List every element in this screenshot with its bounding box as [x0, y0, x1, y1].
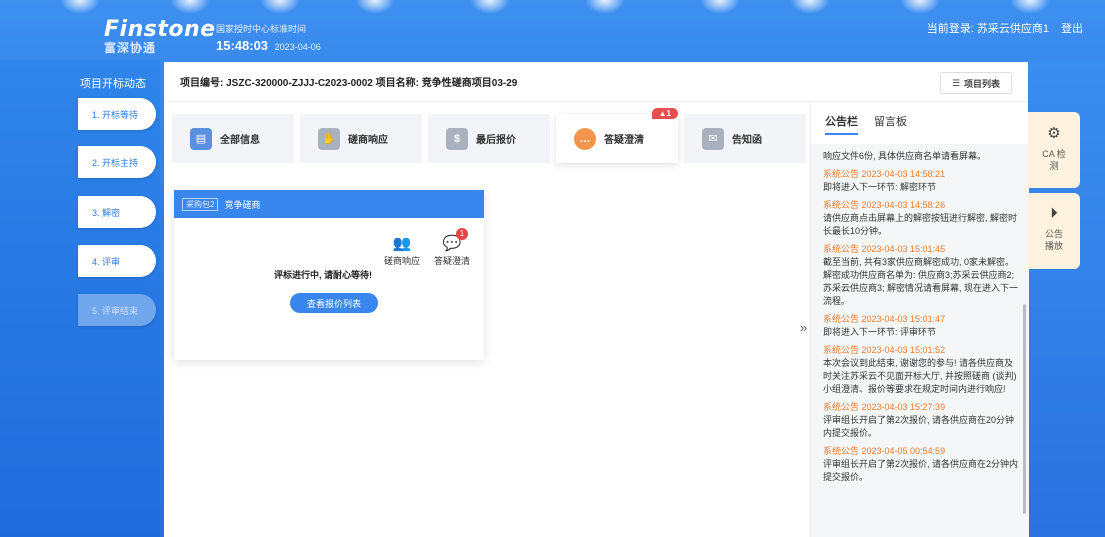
package-card: 采购包2 竞争磋商 👥 磋商响应 💬 1 答疑澄清 评标进行中, 请耐心等待! …	[174, 190, 484, 360]
step-4[interactable]: 4. 评审	[78, 245, 156, 277]
bulletin-item: 系统公告 2023-04-03 15:27:39 评审组长开启了第2次报价, 请…	[823, 401, 1019, 440]
bulletin-time: 系统公告 2023-04-05 00:54:59	[823, 446, 946, 456]
step-5[interactable]: 5. 评审结束	[78, 294, 156, 326]
ca-check-label: CA 检测	[1042, 149, 1066, 171]
package-header: 采购包2 竞争磋商	[174, 190, 484, 218]
bulletin-text: 截至当前, 共有3家供应商解密成功, 0家未解密。解密成功供应商名单为: 供应商…	[823, 257, 1019, 306]
tab-bar: ▤ 全部信息 ✋ 磋商响应 $ 最后报价 … 答疑澄清 ▲1 ✉ 告知函	[172, 108, 806, 163]
view-quotes-button[interactable]: 查看报价列表	[290, 293, 378, 313]
notification-badge: ▲1	[651, 108, 678, 119]
bulletin-time: 系统公告 2023-04-03 14:58:21	[823, 169, 946, 179]
bulletin-time: 系统公告 2023-04-03 14:58:26	[823, 200, 946, 210]
bulletin-time: 系统公告 2023-04-03 15:01:47	[823, 314, 946, 324]
bulletin-text: 请供应商点击屏幕上的解密按钮进行解密, 解密时长最长10分钟。	[823, 213, 1018, 236]
tab-final-quote[interactable]: $ 最后报价	[428, 114, 550, 163]
gear-icon: ⚙	[1047, 125, 1061, 142]
project-list-button[interactable]: ☰ 项目列表	[940, 72, 1012, 94]
bulletin-text: 本次会议到此结束, 谢谢您的参与! 请各供应商及时关注苏采云不见面开标大厅, 并…	[823, 358, 1017, 394]
bulletin-text: 评审组长开启了第2次报价, 请各供应商在2分钟内提交报价。	[823, 459, 1019, 482]
people-icon: 👥	[392, 235, 412, 252]
tab-notice[interactable]: ✉ 告知函	[684, 114, 806, 163]
package-status: 评标进行中, 请耐心等待!	[274, 270, 372, 280]
clarification-action[interactable]: 💬 1 答疑澄清	[433, 228, 470, 267]
bulletin-text: 即将进入下一环节: 解密环节	[823, 182, 937, 192]
package-tag: 采购包2	[182, 197, 219, 211]
package-actions: 👥 磋商响应 💬 1 答疑澄清	[384, 228, 470, 267]
step-1[interactable]: 1. 开标等待	[78, 98, 156, 130]
response-action[interactable]: 👥 磋商响应	[384, 234, 420, 267]
bulletin-play-button[interactable]: ⏵ 公告 播放	[1028, 193, 1080, 269]
current-user: 当前登录: 苏采云供应商1	[926, 23, 1049, 35]
bulletin-item: 系统公告 2023-04-05 00:54:59 评审组长开启了第2次报价, 请…	[823, 445, 1019, 484]
bulletin-time: 系统公告 2023-04-03 15:01:52	[823, 345, 946, 355]
step-2[interactable]: 2. 开标主持	[78, 146, 156, 178]
bulletin-item: 系统公告 2023-04-03 15:01:52 本次会议到此结束, 谢谢您的参…	[823, 344, 1019, 396]
bulletin-item: 系统公告 2023-04-03 14:58:21 即将进入下一环节: 解密环节	[823, 168, 1019, 194]
tab-all-info[interactable]: ▤ 全部信息	[172, 114, 294, 163]
logo: Finstone 富深协通	[104, 17, 216, 56]
bulletin-time: 系统公告 2023-04-03 15:27:39	[823, 402, 946, 412]
bulletin-tabs: 公告栏 留言板	[811, 102, 1028, 140]
tab-label: 全部信息	[220, 135, 260, 146]
tab-label: 告知函	[732, 135, 762, 146]
bulletin-item: 系统公告 2023-04-03 14:58:26 请供应商点击屏幕上的解密按钮进…	[823, 199, 1019, 238]
clock: 15:48:03 2023-04-06	[216, 38, 321, 53]
project-title: 项目编号: JSZC-320000-ZJJJ-C2023-0002 项目名称: …	[180, 78, 518, 89]
play-icon: ⏵	[1050, 205, 1058, 222]
bulletin-item: 系统公告 2023-04-03 15:01:47 即将进入下一环节: 评审环节	[823, 313, 1019, 339]
package-name: 竞争磋商	[224, 199, 261, 210]
response-label: 磋商响应	[383, 256, 420, 266]
tab-label: 磋商响应	[348, 135, 388, 146]
tab-label: 最后报价	[476, 135, 516, 146]
info-icon: ▤	[190, 127, 212, 150]
tab-bulletin[interactable]: 公告栏	[825, 113, 858, 135]
clock-date: 2023-04-06	[274, 42, 321, 52]
notice-icon: ✉	[702, 127, 724, 150]
tab-clarification[interactable]: … 答疑澄清 ▲1	[556, 108, 678, 163]
bulletin-item: 系统公告 2023-04-03 15:01:45 截至当前, 共有3家供应商解密…	[823, 243, 1019, 308]
clarification-count: 1	[456, 228, 468, 240]
bulletin-time: 系统公告 2023-04-03 15:01:45	[823, 244, 946, 254]
bulletin-play-label: 公告 播放	[1044, 229, 1063, 251]
step-3[interactable]: 3. 解密	[78, 196, 156, 228]
list-icon: ☰	[951, 77, 961, 88]
collapse-arrow-icon[interactable]: »	[800, 320, 807, 335]
main-panel: 项目编号: JSZC-320000-ZJJJ-C2023-0002 项目名称: …	[164, 62, 1029, 537]
tab-response[interactable]: ✋ 磋商响应	[300, 114, 422, 163]
clock-label: 国家授时中心标准时间	[216, 24, 307, 34]
steps-title: 项目开标动态	[80, 78, 146, 90]
chat-icon: …	[574, 127, 596, 150]
clock-time: 15:48:03	[216, 38, 269, 53]
hands-icon: ✋	[318, 127, 340, 150]
bulletin-text: 即将进入下一环节: 评审环节	[823, 327, 937, 337]
bulletin-list[interactable]: 响应文件6份, 具体供应商名单请看屏幕。 系统公告 2023-04-03 14:…	[811, 144, 1029, 537]
logout-button[interactable]: 登出	[1061, 20, 1083, 36]
project-header: 项目编号: JSZC-320000-ZJJJ-C2023-0002 项目名称: …	[164, 62, 1028, 102]
bulletin-item: 响应文件6份, 具体供应商名单请看屏幕。	[823, 150, 1019, 163]
project-list-label: 项目列表	[964, 78, 1001, 89]
money-bag-icon: $	[446, 127, 468, 150]
bulletin-text: 响应文件6份, 具体供应商名单请看屏幕。	[823, 151, 987, 161]
clarification-label: 答疑澄清	[433, 256, 470, 266]
bulletin-panel: 公告栏 留言板 响应文件6份, 具体供应商名单请看屏幕。 系统公告 2023-0…	[810, 102, 1029, 537]
tab-label: 答疑澄清	[604, 135, 644, 146]
scrollbar[interactable]	[1023, 304, 1026, 514]
tab-message-board[interactable]: 留言板	[874, 113, 907, 129]
ca-check-button[interactable]: ⚙ CA 检测	[1028, 112, 1080, 188]
bulletin-text: 评审组长开启了第2次报价, 请各供应商在20分钟内提交报价。	[823, 415, 1015, 438]
